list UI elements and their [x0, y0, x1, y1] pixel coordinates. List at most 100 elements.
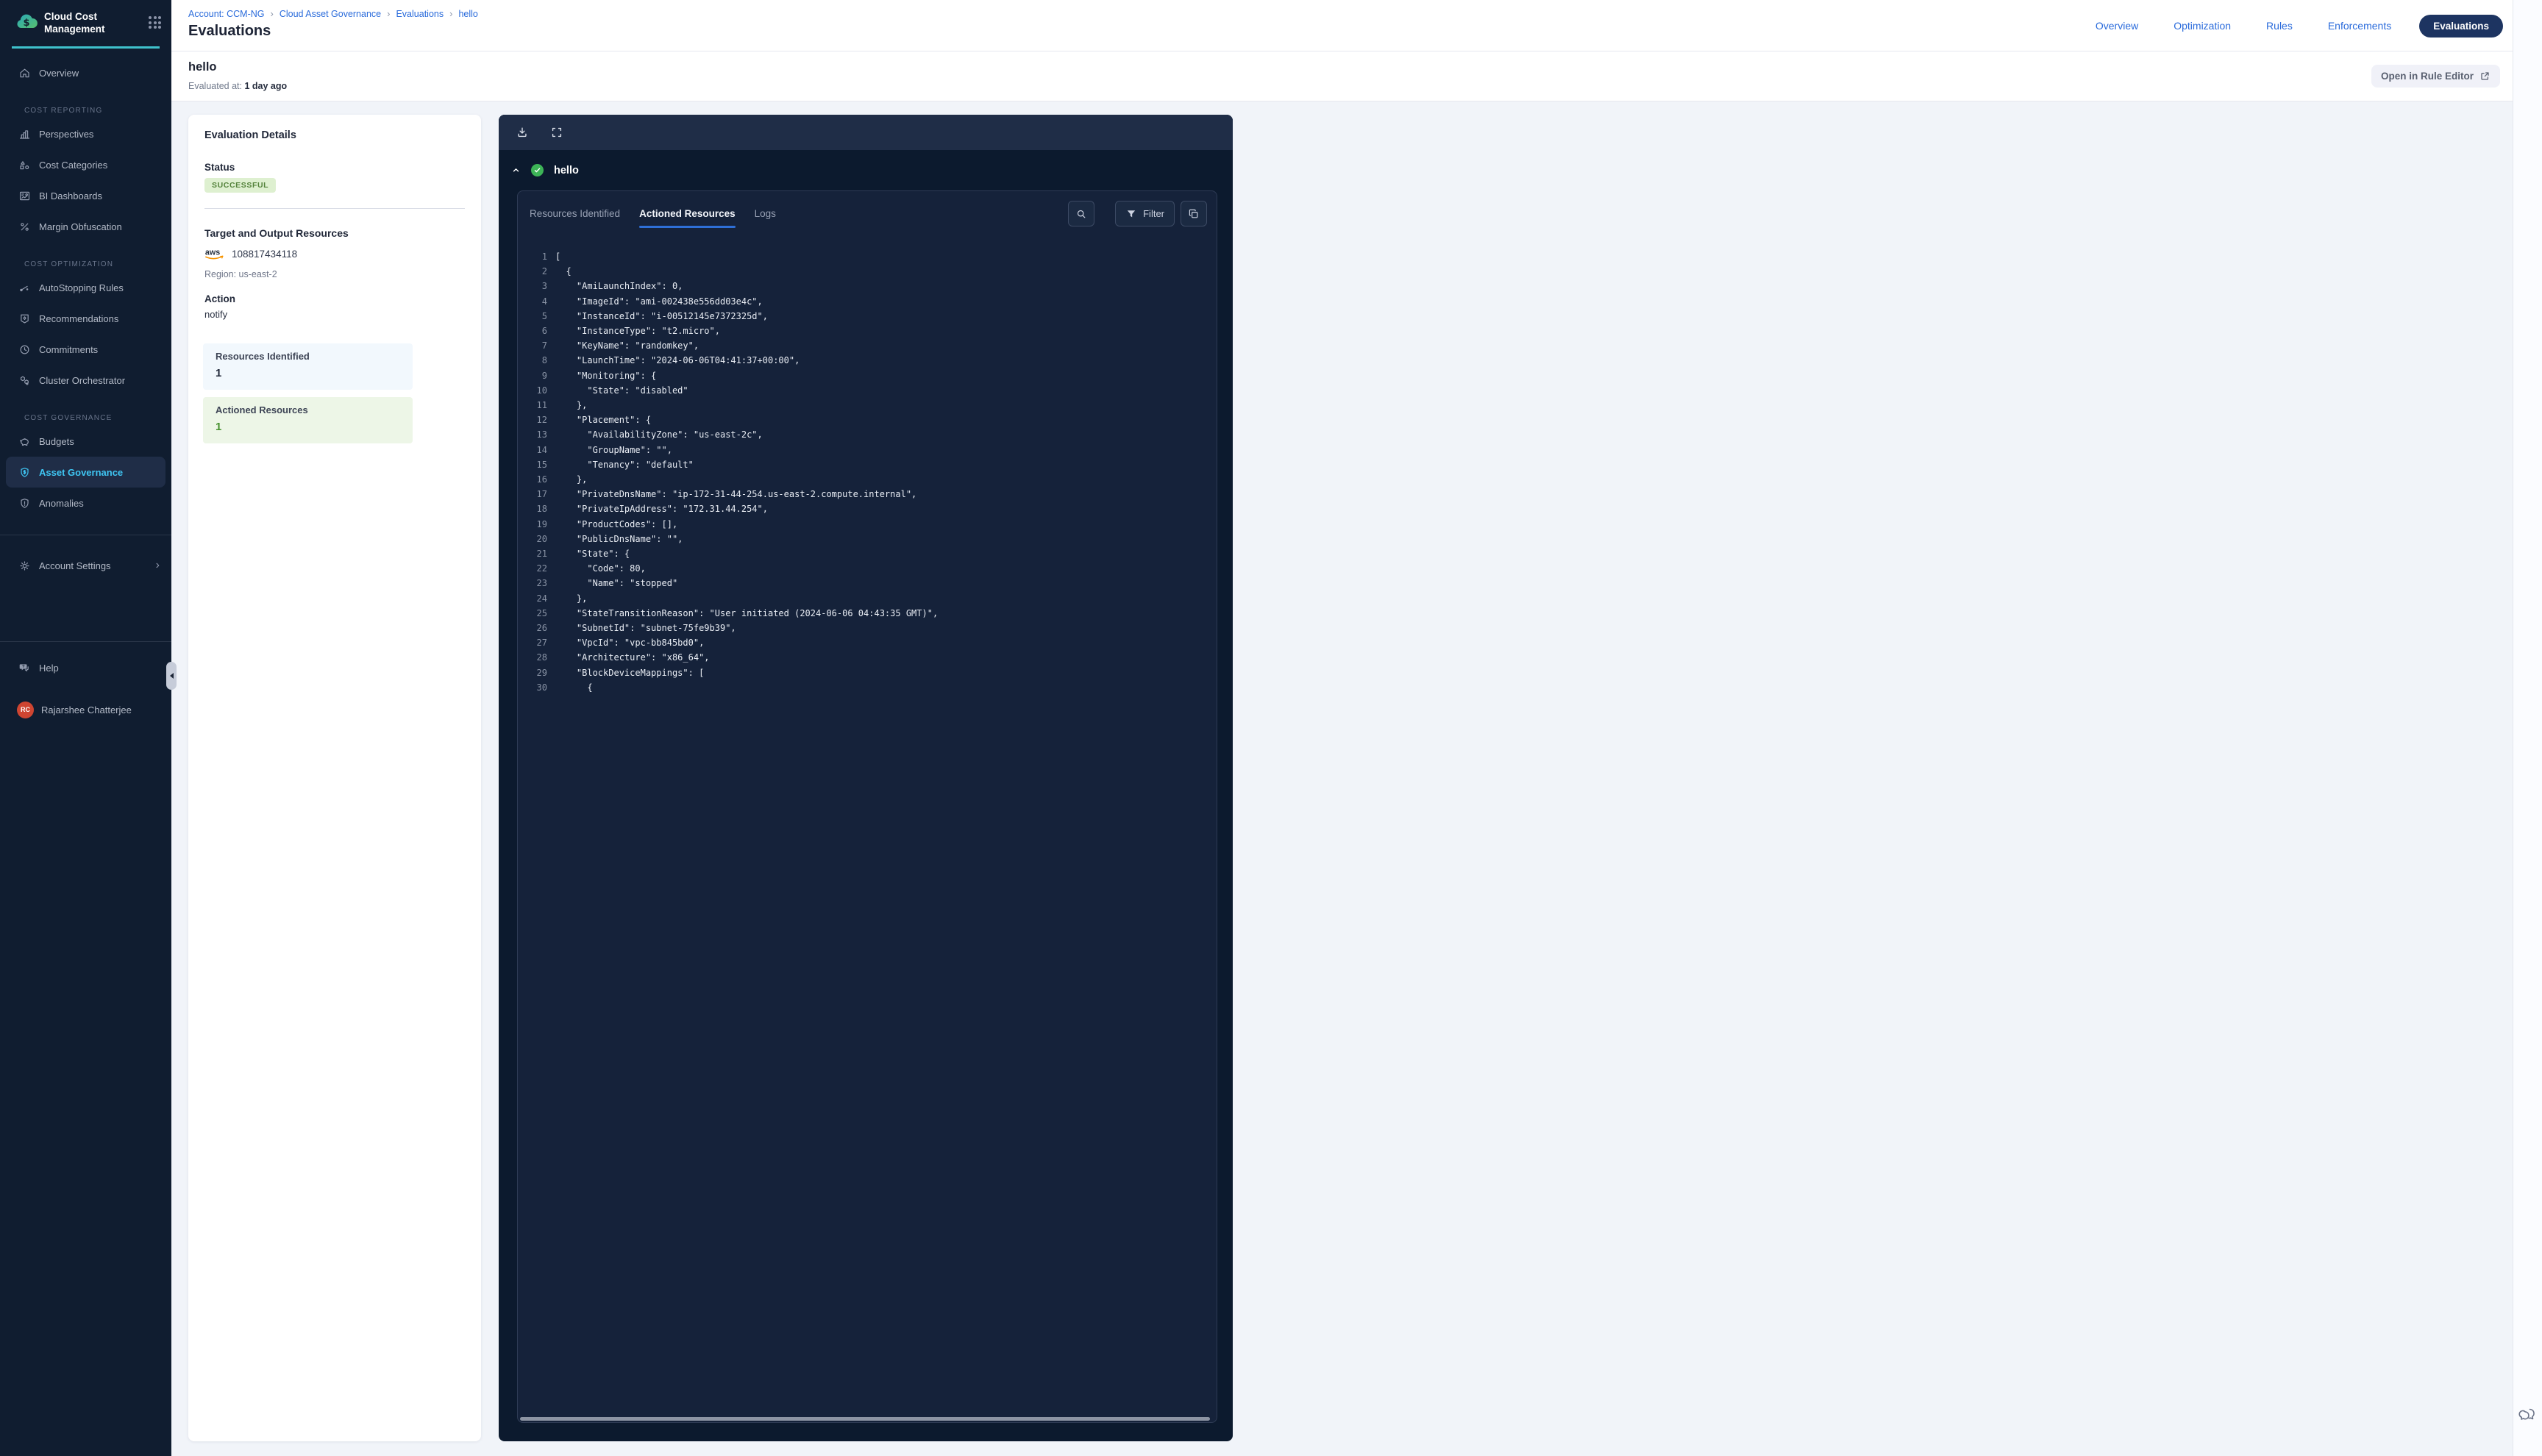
- line-number: 26: [518, 621, 547, 635]
- code-line: 29 "BlockDeviceMappings": [: [518, 665, 1215, 680]
- code-line: 25 "StateTransitionReason": "User initia…: [518, 606, 1215, 621]
- line-number: 11: [518, 398, 547, 413]
- sidebar-item-anomalies[interactable]: Anomalies: [0, 488, 171, 518]
- autostopping-icon: [18, 282, 31, 294]
- code-line: 8 "LaunchTime": "2024-06-06T04:41:37+00:…: [518, 353, 1215, 368]
- open-in-rule-editor-button[interactable]: Open in Rule Editor: [2371, 65, 2500, 88]
- action-label: Action: [204, 293, 235, 304]
- app-switcher-icon[interactable]: [149, 16, 161, 29]
- line-number: 10: [518, 383, 547, 398]
- support-chat-icon[interactable]: [2518, 1405, 2538, 1424]
- line-number: 2: [518, 264, 547, 279]
- horizontal-scrollbar[interactable]: [520, 1417, 1210, 1421]
- sidebar-item-label: Commitments: [39, 344, 98, 355]
- line-content: },: [555, 472, 587, 487]
- code-line: 4 "ImageId": "ami-002438e556dd03e4c",: [518, 294, 1215, 309]
- sidebar-item-overview[interactable]: Overview: [0, 57, 171, 88]
- page-header: Account: CCM-NG › Cloud Asset Governance › E…: [171, 0, 2513, 51]
- shield-dollar-icon: [18, 466, 31, 479]
- tab-resources-identified[interactable]: Resources Identified: [530, 191, 620, 235]
- copy-button[interactable]: [1181, 201, 1207, 226]
- search-button[interactable]: [1068, 201, 1094, 226]
- nav-evaluations[interactable]: Evaluations: [2419, 15, 2503, 38]
- code-line: 3 "AmiLaunchIndex": 0,: [518, 279, 1215, 293]
- breadcrumb-link[interactable]: Evaluations: [396, 9, 444, 19]
- sidebar-item-cluster-orchestrator[interactable]: Cluster Orchestrator: [0, 365, 171, 396]
- resources-identified-count: 1: [216, 367, 221, 379]
- sidebar-item-margin-obfuscation[interactable]: Margin Obfuscation: [0, 211, 171, 242]
- code-line: 5 "InstanceId": "i-00512145e7372325d",: [518, 309, 1215, 324]
- cluster-icon: [18, 374, 31, 387]
- line-content: "State": "disabled": [555, 383, 688, 398]
- nav-overview[interactable]: Overview: [2096, 20, 2138, 32]
- line-content: "VpcId": "vpc-bb845bd0",: [555, 635, 704, 650]
- sidebar-item-autostopping-rules[interactable]: AutoStopping Rules: [0, 272, 171, 303]
- line-content: "BlockDeviceMappings": [: [555, 665, 704, 680]
- line-number: 22: [518, 561, 547, 576]
- json-code-viewer[interactable]: 1[2 {3 "AmiLaunchIndex": 0,4 "ImageId": …: [518, 249, 1215, 1416]
- user-profile[interactable]: RC Rajarshee Chatterjee: [0, 694, 171, 725]
- sidebar-item-cost-categories[interactable]: Cost Categories: [0, 149, 171, 180]
- line-content: "AvailabilityZone": "us-east-2c",: [555, 427, 763, 442]
- action-value: notify: [204, 309, 227, 320]
- nav-rules[interactable]: Rules: [2266, 20, 2293, 32]
- code-line: 17 "PrivateDnsName": "ip-172-31-44-254.u…: [518, 487, 1215, 502]
- home-icon: [18, 67, 31, 79]
- line-number: 16: [518, 472, 547, 487]
- sidebar-item-perspectives[interactable]: Perspectives: [0, 118, 171, 149]
- budgets-icon: [18, 435, 31, 448]
- sidebar-item-account-settings[interactable]: Account Settings›: [0, 550, 171, 581]
- code-line: 20 "PublicDnsName": "",: [518, 532, 1215, 546]
- download-icon[interactable]: [516, 126, 529, 139]
- shield-alert-icon: [18, 497, 31, 510]
- line-content: },: [555, 591, 587, 606]
- svg-text:$: $: [24, 18, 30, 29]
- evaluation-viewer-panel: hello Resources Identified Actioned Resou…: [499, 115, 1233, 1441]
- breadcrumb: Account: CCM-NG › Cloud Asset Governance › E…: [188, 8, 478, 19]
- sidebar-collapse-handle[interactable]: [166, 662, 177, 690]
- line-content: "LaunchTime": "2024-06-06T04:41:37+00:00…: [555, 353, 800, 368]
- chevron-up-icon[interactable]: [511, 165, 521, 175]
- breadcrumb-link[interactable]: hello: [458, 9, 477, 19]
- code-line: 28 "Architecture": "x86_64",: [518, 650, 1215, 665]
- sidebar-item-help[interactable]: ? Help: [0, 652, 171, 683]
- filter-button[interactable]: Filter: [1115, 201, 1175, 226]
- actioned-resources-box: Actioned Resources 1: [203, 397, 413, 443]
- status-badge: SUCCESSFUL: [204, 178, 276, 193]
- line-content: "Monitoring": {: [555, 368, 656, 383]
- line-content: "ProductCodes": [],: [555, 517, 677, 532]
- nav-enforcements[interactable]: Enforcements: [2328, 20, 2391, 32]
- breadcrumb-link[interactable]: Cloud Asset Governance: [280, 9, 381, 19]
- sidebar-item-label: Perspectives: [39, 129, 93, 140]
- sidebar-item-commitments[interactable]: Commitments: [0, 334, 171, 365]
- sidebar-item-bi-dashboards[interactable]: BI Dashboards: [0, 180, 171, 211]
- nav-optimization[interactable]: Optimization: [2173, 20, 2231, 32]
- line-content: "Tenancy": "default": [555, 457, 694, 472]
- rule-result-row: hello: [499, 150, 1233, 190]
- line-content: "PublicDnsName": "",: [555, 532, 683, 546]
- viewer-toolbar: [499, 115, 1233, 150]
- page-title: Evaluations: [188, 23, 271, 40]
- breadcrumb-separator: ›: [387, 8, 390, 19]
- tab-logs[interactable]: Logs: [755, 191, 776, 235]
- content-area: Evaluation Details Status SUCCESSFUL Tar…: [171, 101, 2513, 1456]
- sidebar-item-recommendations[interactable]: Recommendations: [0, 303, 171, 334]
- tab-actioned-resources[interactable]: Actioned Resources: [639, 191, 736, 235]
- line-number: 6: [518, 324, 547, 338]
- status-label: Status: [204, 162, 235, 173]
- code-line: 26 "SubnetId": "subnet-75fe9b39",: [518, 621, 1215, 635]
- resources-card: Resources Identified Actioned Resources Lo…: [517, 190, 1217, 1423]
- success-check-icon: [531, 164, 544, 176]
- line-content: "Placement": {: [555, 413, 651, 427]
- code-line: 13 "AvailabilityZone": "us-east-2c",: [518, 427, 1215, 442]
- fullscreen-icon[interactable]: [550, 126, 563, 139]
- viewer-tabs: Resources Identified Actioned Resources Lo…: [530, 191, 776, 235]
- code-line: 30 {: [518, 680, 1215, 695]
- breadcrumb-link[interactable]: Account: CCM-NG: [188, 9, 265, 19]
- resources-identified-box: Resources Identified 1: [203, 343, 413, 390]
- breadcrumb-separator: ›: [449, 8, 452, 19]
- search-icon: [1075, 208, 1087, 220]
- code-line: 1[: [518, 249, 1215, 264]
- sidebar-item-asset-governance[interactable]: Asset Governance: [6, 457, 165, 488]
- sidebar-item-budgets[interactable]: Budgets: [0, 426, 171, 457]
